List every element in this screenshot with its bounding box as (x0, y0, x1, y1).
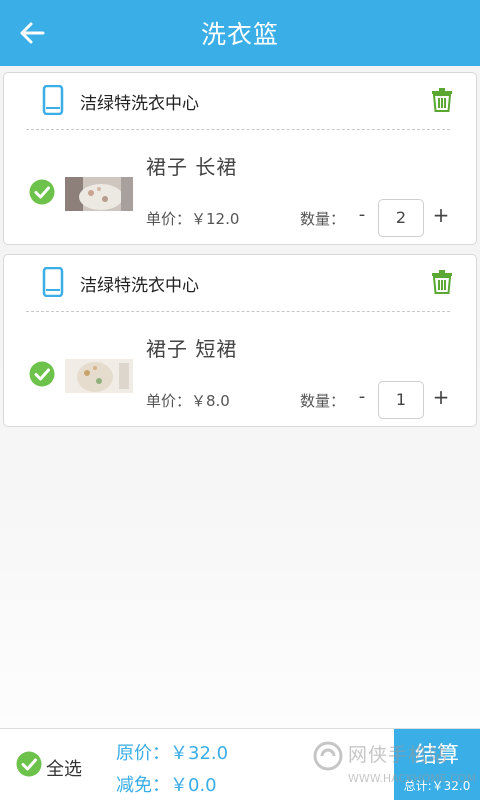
check-circle-icon[interactable] (16, 751, 42, 777)
original-price: 原价：￥32.0 (116, 743, 229, 764)
unit-price: 单价：￥12.0 (146, 210, 240, 228)
item-name: 裙子 短裙 (146, 337, 238, 361)
shop-name: 洁绿特洗衣中心 (80, 276, 199, 296)
unit-price: 单价：￥8.0 (146, 392, 230, 410)
divider (26, 311, 450, 312)
shop-header: 洁绿特洗衣中心 (4, 73, 476, 129)
divider (26, 129, 450, 130)
shop-header: 洁绿特洗衣中心 (4, 255, 476, 311)
trash-icon[interactable] (431, 88, 453, 112)
back-arrow-icon[interactable] (18, 19, 46, 47)
decrease-quantity-button[interactable]: - (354, 386, 370, 410)
top-bar: 洗衣篮 (0, 0, 480, 66)
checkout-bar: 全选 原价：￥32.0 减免：￥0.0 结算 总计:￥32.0 (0, 728, 480, 800)
quantity-label: 数量： (300, 392, 346, 410)
phone-icon (42, 267, 64, 297)
total-price: 总计:￥32.0 (403, 779, 471, 793)
item-name: 裙子 长裙 (146, 155, 238, 179)
basket-card: 洁绿特洗衣中心 裙子 长裙 单价：￥12.0 数量： - 2 + (3, 72, 477, 245)
checkout-button[interactable]: 结算 总计:￥32.0 (394, 729, 480, 800)
trash-icon[interactable] (431, 270, 453, 294)
quantity-field[interactable]: 1 (378, 381, 424, 419)
check-circle-icon[interactable] (29, 179, 55, 205)
shop-name: 洁绿特洗衣中心 (80, 94, 199, 114)
item-thumbnail (65, 177, 133, 211)
increase-quantity-button[interactable]: + (432, 203, 450, 227)
check-circle-icon[interactable] (29, 361, 55, 387)
quantity-label: 数量： (300, 210, 346, 228)
increase-quantity-button[interactable]: + (432, 385, 450, 409)
page-title: 洗衣篮 (200, 20, 279, 49)
discount-amount: 减免：￥0.0 (116, 775, 217, 796)
checkout-label: 结算 (414, 743, 459, 768)
basket-card: 洁绿特洗衣中心 裙子 短裙 单价：￥8.0 数量： - 1 + (3, 254, 477, 427)
phone-icon (42, 85, 64, 115)
item-thumbnail (65, 359, 133, 393)
decrease-quantity-button[interactable]: - (354, 204, 370, 228)
select-all-label[interactable]: 全选 (46, 755, 82, 781)
quantity-field[interactable]: 2 (378, 199, 424, 237)
